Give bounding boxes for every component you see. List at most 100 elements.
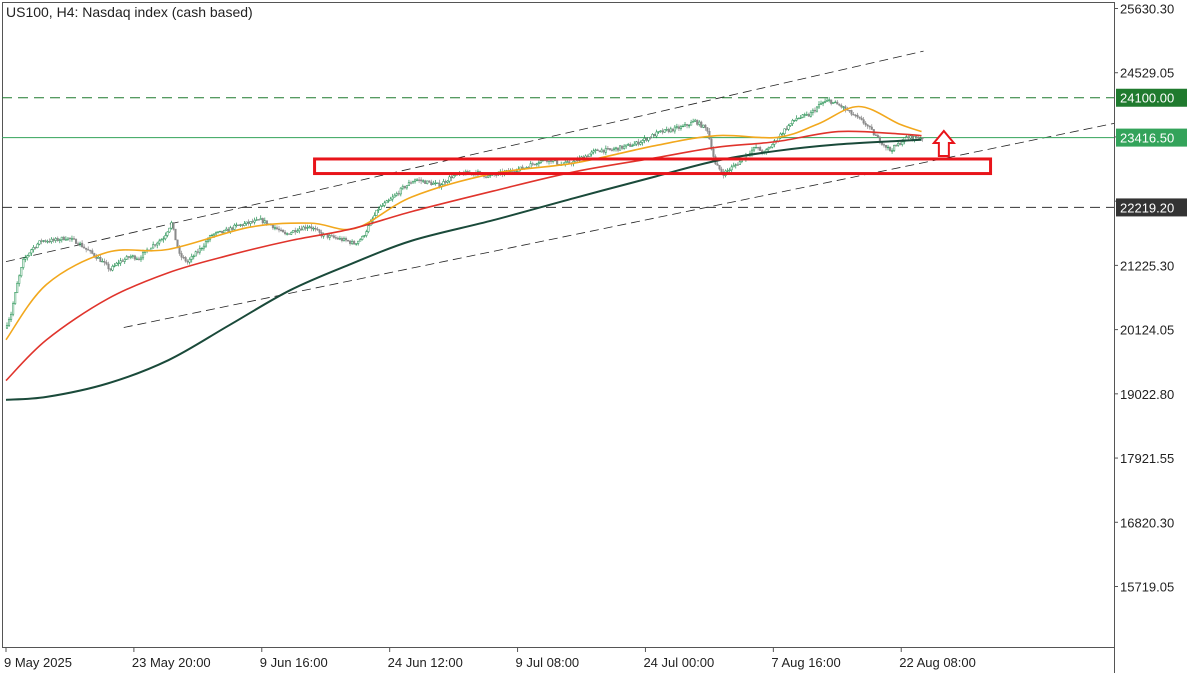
candle[interactable] bbox=[38, 240, 41, 246]
moving-average-3[interactable] bbox=[5, 138, 922, 401]
candle[interactable] bbox=[113, 263, 116, 268]
candle[interactable] bbox=[154, 243, 157, 248]
candle[interactable] bbox=[64, 236, 67, 241]
candle[interactable] bbox=[62, 235, 65, 241]
candle[interactable] bbox=[170, 220, 173, 230]
candle[interactable] bbox=[641, 139, 644, 146]
candle[interactable] bbox=[22, 257, 25, 270]
candle[interactable] bbox=[375, 209, 378, 216]
candle[interactable] bbox=[249, 221, 252, 227]
candle[interactable] bbox=[537, 159, 540, 167]
candle[interactable] bbox=[694, 118, 697, 122]
candle[interactable] bbox=[539, 160, 542, 165]
candle[interactable] bbox=[755, 144, 758, 149]
candle[interactable] bbox=[123, 257, 126, 264]
candle[interactable] bbox=[351, 239, 354, 245]
candle[interactable] bbox=[74, 238, 78, 244]
candle[interactable] bbox=[424, 179, 427, 184]
candle[interactable] bbox=[657, 131, 660, 134]
candle[interactable] bbox=[791, 118, 794, 127]
candle[interactable] bbox=[434, 179, 437, 186]
candle[interactable] bbox=[24, 254, 27, 263]
candle[interactable] bbox=[20, 267, 23, 278]
candle[interactable] bbox=[448, 174, 451, 184]
candle[interactable] bbox=[282, 229, 285, 233]
candle[interactable] bbox=[32, 245, 35, 253]
candle[interactable] bbox=[381, 202, 384, 207]
candle[interactable] bbox=[340, 236, 343, 243]
candle[interactable] bbox=[485, 176, 488, 179]
candle[interactable] bbox=[363, 234, 366, 238]
candle[interactable] bbox=[202, 243, 205, 251]
candle[interactable] bbox=[121, 258, 124, 262]
candle[interactable] bbox=[600, 147, 603, 153]
candle[interactable] bbox=[653, 133, 656, 137]
candle[interactable] bbox=[284, 230, 287, 236]
candle[interactable] bbox=[797, 117, 800, 120]
candle[interactable] bbox=[18, 274, 21, 287]
candle[interactable] bbox=[184, 256, 187, 263]
candle[interactable] bbox=[413, 178, 417, 184]
candle[interactable] bbox=[832, 101, 835, 105]
candle[interactable] bbox=[326, 234, 329, 240]
candle[interactable] bbox=[158, 238, 161, 246]
candle[interactable] bbox=[884, 144, 888, 151]
candle[interactable] bbox=[870, 124, 873, 131]
candle[interactable] bbox=[56, 236, 59, 242]
candle[interactable] bbox=[655, 129, 658, 139]
channel-line-1[interactable] bbox=[5, 50, 924, 263]
candle[interactable] bbox=[779, 132, 782, 140]
candle[interactable] bbox=[822, 101, 825, 107]
candle[interactable] bbox=[355, 243, 358, 246]
candle[interactable] bbox=[681, 124, 685, 128]
candle[interactable] bbox=[793, 119, 796, 122]
candle[interactable] bbox=[606, 145, 609, 151]
candle[interactable] bbox=[639, 140, 642, 146]
candle[interactable] bbox=[160, 238, 163, 242]
candle[interactable] bbox=[608, 148, 611, 151]
candle[interactable] bbox=[298, 225, 301, 234]
candle[interactable] bbox=[590, 150, 593, 157]
candle[interactable] bbox=[854, 113, 857, 118]
candle[interactable] bbox=[838, 103, 841, 107]
candle[interactable] bbox=[690, 119, 693, 126]
candle[interactable] bbox=[803, 112, 806, 118]
candle[interactable] bbox=[263, 217, 266, 224]
candle[interactable] bbox=[698, 120, 701, 127]
candle[interactable] bbox=[673, 124, 676, 134]
candle[interactable] bbox=[91, 248, 94, 255]
candle[interactable] bbox=[696, 119, 699, 126]
candle[interactable] bbox=[604, 145, 607, 155]
candle[interactable] bbox=[131, 254, 134, 259]
candle[interactable] bbox=[172, 222, 175, 231]
candle[interactable] bbox=[259, 215, 262, 221]
candle[interactable] bbox=[294, 227, 297, 235]
candle[interactable] bbox=[42, 240, 45, 243]
candle[interactable] bbox=[444, 179, 447, 185]
candle[interactable] bbox=[83, 244, 86, 249]
candle[interactable] bbox=[81, 240, 84, 248]
candle[interactable] bbox=[730, 164, 733, 173]
candle[interactable] bbox=[72, 236, 76, 241]
candle[interactable] bbox=[186, 259, 189, 265]
candle[interactable] bbox=[34, 246, 37, 250]
candle[interactable] bbox=[864, 121, 867, 127]
candle[interactable] bbox=[909, 135, 912, 140]
candle[interactable] bbox=[54, 237, 57, 243]
support-zone-rectangle[interactable] bbox=[313, 157, 993, 176]
candle[interactable] bbox=[210, 233, 214, 237]
candle[interactable] bbox=[862, 117, 865, 125]
candle[interactable] bbox=[101, 258, 104, 263]
candle[interactable] bbox=[46, 239, 49, 244]
candle[interactable] bbox=[817, 101, 821, 109]
candle[interactable] bbox=[856, 112, 859, 119]
candle[interactable] bbox=[245, 221, 248, 226]
candle[interactable] bbox=[426, 180, 429, 185]
candle[interactable] bbox=[174, 228, 177, 241]
candle[interactable] bbox=[564, 159, 567, 167]
price-chart[interactable]: 25630.30 24529.05 21225.30 20124.05 19022.80… bbox=[0, 0, 1200, 675]
candle[interactable] bbox=[243, 220, 246, 227]
candle[interactable] bbox=[133, 254, 136, 261]
candle[interactable] bbox=[219, 230, 222, 233]
candle[interactable] bbox=[247, 219, 250, 226]
